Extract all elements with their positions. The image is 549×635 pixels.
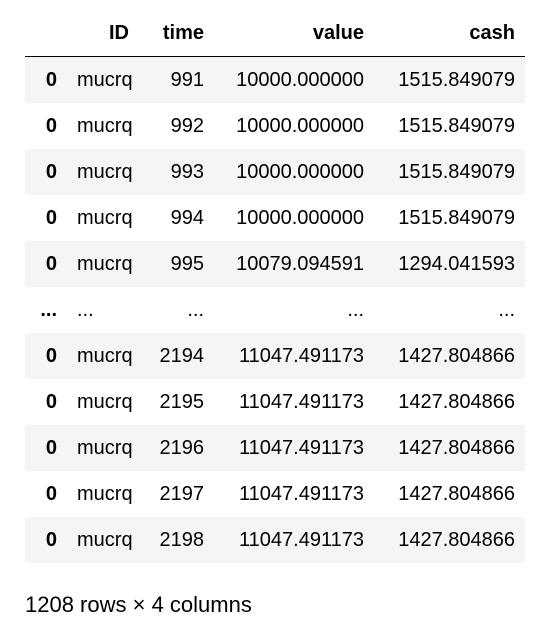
table-row: ...............	[25, 287, 525, 333]
id-cell: mucrq	[77, 206, 133, 229]
value-cell: 10000.000000	[236, 160, 364, 183]
id-cell: mucrq	[77, 252, 133, 275]
value-cell: 10000.000000	[236, 206, 364, 229]
header-index	[25, 11, 67, 57]
header-value: value	[214, 11, 374, 57]
cash-cell: 1515.849079	[398, 114, 515, 137]
time-cell: 994	[170, 206, 204, 229]
time-cell: 991	[170, 68, 204, 91]
row-index-cell: 0	[45, 160, 57, 183]
value-cell: 10000.000000	[236, 114, 364, 137]
row-index-cell: 0	[45, 206, 57, 229]
time-cell: 2195	[159, 390, 205, 413]
time-cell: 2198	[159, 528, 205, 551]
cash-cell: 1427.804866	[398, 436, 515, 459]
id-cell: mucrq	[77, 114, 133, 137]
value-cell: 10079.094591	[236, 252, 364, 275]
time-cell: 992	[170, 114, 204, 137]
table-row: 0 mucrq 993 10000.000000 1515.849079	[25, 149, 525, 195]
id-cell: mucrq	[77, 344, 133, 367]
row-index-cell: 0	[45, 482, 57, 505]
value-cell: 10000.000000	[236, 68, 364, 91]
time-cell: 995	[170, 252, 204, 275]
table-row: 0 mucrq 994 10000.000000 1515.849079	[25, 195, 525, 241]
cash-cell: 1515.849079	[398, 68, 515, 91]
cash-cell: 1427.804866	[398, 344, 515, 367]
table-row: 0 mucrq 995 10079.094591 1294.041593	[25, 241, 525, 287]
row-index-cell: 0	[45, 252, 57, 275]
value-cell: 11047.491173	[239, 482, 364, 505]
header-row: ID time value cash	[25, 11, 525, 57]
table-body: 0 mucrq 991 10000.000000 1515.849079 0 mucrq 99…	[25, 56, 525, 563]
dataframe-table: ID time value cash 0 mucrq 991 10000.000000…	[25, 11, 525, 563]
cash-cell: 1515.849079	[398, 160, 515, 183]
row-index-cell: 0	[45, 114, 57, 137]
dataframe-output: ID time value cash 0 mucrq 991 10000.000000…	[25, 11, 525, 563]
table-row: 0 mucrq 991 10000.000000 1515.849079	[25, 56, 525, 103]
value-cell: ...	[347, 298, 364, 321]
cash-cell: 1427.804866	[398, 390, 515, 413]
value-cell: 11047.491173	[239, 390, 364, 413]
time-cell: 2197	[159, 482, 205, 505]
dataframe-shape-summary: 1208 rows × 4 columns	[25, 592, 252, 617]
table-row: 0 mucrq 2196 11047.491173 1427.804866	[25, 425, 525, 471]
time-cell: ...	[187, 298, 204, 321]
id-cell: ...	[77, 298, 94, 321]
value-cell: 11047.491173	[239, 436, 364, 459]
value-cell: 11047.491173	[239, 344, 364, 367]
header-time: time	[139, 11, 214, 57]
row-index-cell: 0	[45, 68, 57, 91]
id-cell: mucrq	[77, 160, 133, 183]
cash-cell: 1427.804866	[398, 528, 515, 551]
table-row: 0 mucrq 2198 11047.491173 1427.804866	[25, 517, 525, 563]
id-cell: mucrq	[77, 68, 133, 91]
cash-cell: 1427.804866	[398, 482, 515, 505]
id-cell: mucrq	[77, 436, 133, 459]
table-row: 0 mucrq 2195 11047.491173 1427.804866	[25, 379, 525, 425]
table-header: ID time value cash	[25, 11, 525, 57]
table-row: 0 mucrq 2197 11047.491173 1427.804866	[25, 471, 525, 517]
id-cell: mucrq	[77, 528, 133, 551]
cash-cell: ...	[498, 298, 515, 321]
row-index-cell: 0	[45, 344, 57, 367]
row-index-cell: 0	[45, 390, 57, 413]
header-id: ID	[67, 11, 139, 57]
header-cash: cash	[374, 11, 525, 57]
cash-cell: 1294.041593	[398, 252, 515, 275]
table-row: 0 mucrq 2194 11047.491173 1427.804866	[25, 333, 525, 379]
table-row: 0 mucrq 992 10000.000000 1515.849079	[25, 103, 525, 149]
id-cell: mucrq	[77, 482, 133, 505]
row-index-cell: 0	[45, 436, 57, 459]
row-index-cell: ...	[40, 298, 57, 321]
time-cell: 993	[170, 160, 204, 183]
cash-cell: 1515.849079	[398, 206, 515, 229]
id-cell: mucrq	[77, 390, 133, 413]
row-index-cell: 0	[45, 528, 57, 551]
value-cell: 11047.491173	[239, 528, 364, 551]
time-cell: 2196	[159, 436, 205, 459]
time-cell: 2194	[159, 344, 205, 367]
